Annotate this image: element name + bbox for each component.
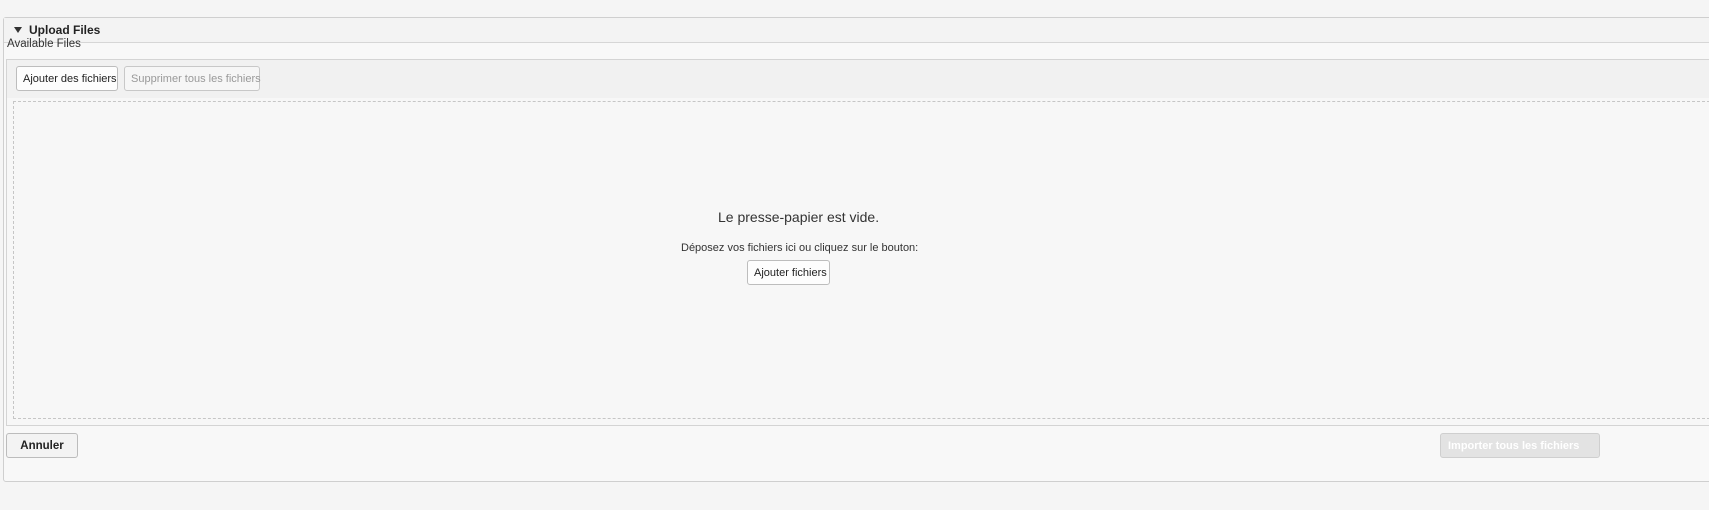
caret-down-icon[interactable] <box>14 27 22 33</box>
cancel-button[interactable]: Annuler <box>6 433 78 458</box>
add-files-button[interactable]: Ajouter des fichiers <box>16 66 118 91</box>
empty-clipboard-message: Le presse-papier est vide. <box>718 209 880 225</box>
panel-header-toggle[interactable]: Upload Files <box>4 18 1709 43</box>
add-files-dropzone-button[interactable]: Ajouter fichiers <box>747 260 830 285</box>
file-dropzone[interactable]: Le presse-papier est vide. Déposez vos f… <box>13 101 1709 419</box>
import-all-files-button[interactable]: Importer tous les fichiers <box>1440 433 1600 458</box>
uploader-toolbar: Ajouter des fichiers Supprimer tous les … <box>7 60 1709 98</box>
remove-all-files-button[interactable]: Supprimer tous les fichiers <box>124 66 261 91</box>
available-files-label: Available Files <box>7 38 81 50</box>
file-uploader: Ajouter des fichiers Supprimer tous les … <box>6 59 1709 426</box>
drop-files-hint: Déposez vos fichiers ici ou cliquez sur … <box>681 242 919 254</box>
